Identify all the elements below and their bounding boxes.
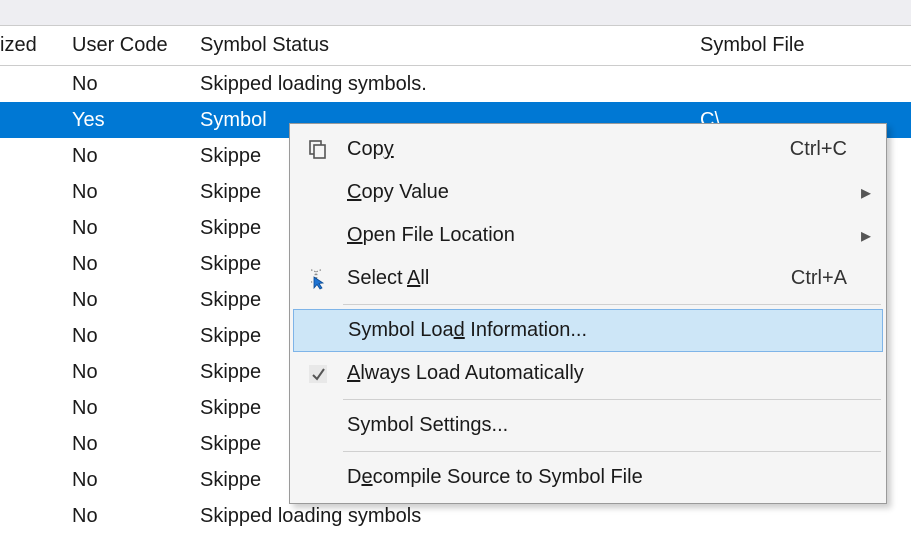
col-header-usercode[interactable]: User Code: [62, 30, 190, 61]
ctx-select-all[interactable]: Select All Ctrl+A: [293, 257, 883, 300]
ctx-always-load-label: Always Load Automatically: [343, 362, 847, 385]
cell-usercode: No: [62, 433, 190, 456]
cell-usercode: No: [62, 253, 190, 276]
cell-usercode: No: [62, 217, 190, 240]
ctx-decompile-source[interactable]: Decompile Source to Symbol File: [293, 456, 883, 499]
toolbar-strip: [0, 0, 911, 26]
select-all-cursor-icon: [293, 268, 343, 290]
ctx-open-file-location-label: Open File Location: [343, 224, 847, 247]
submenu-arrow-icon: ▸: [857, 223, 875, 248]
cell-usercode: No: [62, 325, 190, 348]
ctx-copy-value-label: Copy Value: [343, 181, 847, 204]
ctx-copy-shortcut: Ctrl+C: [790, 138, 857, 161]
cell-usercode: No: [62, 289, 190, 312]
ctx-symbol-load-information[interactable]: Symbol Load Information...: [293, 309, 883, 352]
cell-usercode: No: [62, 73, 190, 96]
ctx-copy-label: Copy: [343, 138, 790, 161]
ctx-always-load-automatically[interactable]: Always Load Automatically: [293, 352, 883, 395]
col-header-symbol-status[interactable]: Symbol Status: [190, 30, 690, 61]
ctx-symbol-load-information-label: Symbol Load Information...: [344, 319, 846, 342]
ctx-open-file-location[interactable]: Open File Location ▸: [293, 214, 883, 257]
cell-usercode: No: [62, 361, 190, 384]
submenu-arrow-icon: ▸: [857, 180, 875, 205]
cell-usercode: No: [62, 505, 190, 528]
grid-header-row: ized User Code Symbol Status Symbol File: [0, 26, 911, 66]
table-row[interactable]: NoSkipped loading symbols.: [0, 66, 911, 102]
ctx-select-all-label: Select All: [343, 267, 791, 290]
cell-usercode: No: [62, 145, 190, 168]
context-menu: Copy Ctrl+C Copy Value ▸ Open File Locat…: [289, 123, 887, 504]
copy-icon: [293, 139, 343, 161]
cell-symbol-status: Skipped loading symbols: [190, 505, 690, 528]
cell-usercode: Yes: [62, 109, 190, 132]
col-header-optimized[interactable]: ized: [0, 30, 62, 61]
cell-usercode: No: [62, 469, 190, 492]
ctx-select-all-shortcut: Ctrl+A: [791, 267, 857, 290]
cell-usercode: No: [62, 397, 190, 420]
col-header-symbol-file[interactable]: Symbol File: [690, 30, 911, 61]
cell-symbol-status: Skipped loading symbols.: [190, 73, 690, 96]
ctx-symbol-settings-label: Symbol Settings...: [343, 414, 847, 437]
ctx-copy-value[interactable]: Copy Value ▸: [293, 171, 883, 214]
ctx-separator: [343, 304, 881, 305]
ctx-decompile-label: Decompile Source to Symbol File: [343, 466, 847, 489]
ctx-copy[interactable]: Copy Ctrl+C: [293, 128, 883, 171]
cell-usercode: No: [62, 181, 190, 204]
ctx-separator: [343, 399, 881, 400]
ctx-separator: [343, 451, 881, 452]
ctx-symbol-settings[interactable]: Symbol Settings...: [293, 404, 883, 447]
checkmark-icon: [293, 363, 343, 385]
